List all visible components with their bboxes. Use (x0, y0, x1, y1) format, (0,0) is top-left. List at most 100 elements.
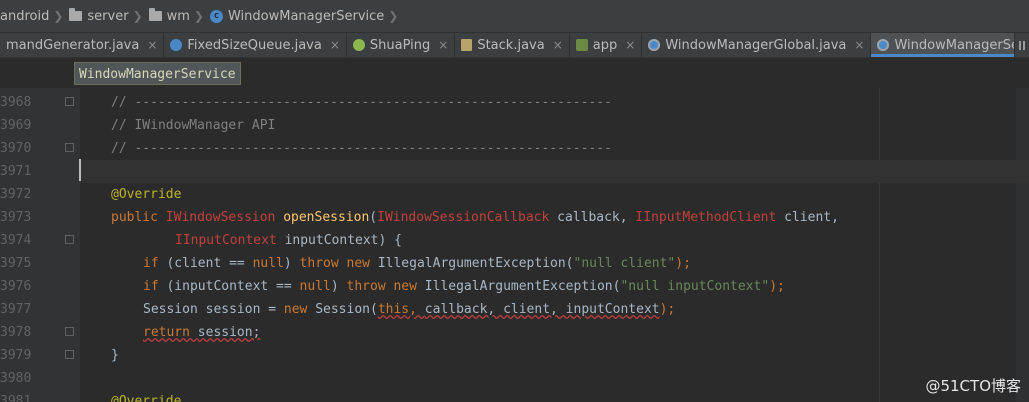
line-number: 3978 (0, 325, 32, 340)
line-number: 3974 (0, 233, 32, 248)
code-line[interactable]: 3972 @Override (0, 183, 1029, 206)
code-text: if (inputContext == null) throw new Ille… (143, 275, 785, 298)
editor-tab-bar: mandGenerator.java × FixedSizeQueue.java × S… (0, 33, 1029, 58)
fold-marker-icon[interactable] (65, 350, 74, 359)
tab-fixedsizequeue-java[interactable]: FixedSizeQueue.java × (164, 33, 347, 57)
code-line[interactable]: 3969 // IWindowManager API (0, 114, 1029, 137)
code-token: @Override (111, 187, 182, 202)
code-line[interactable]: 3968 // ---------------------------------… (0, 91, 1029, 114)
close-icon[interactable]: × (553, 38, 563, 52)
line-number: 3971 (0, 164, 32, 179)
close-icon[interactable]: × (854, 38, 864, 52)
code-token: openSession (283, 210, 370, 225)
breadcrumb: android ❯ server ❯ wm ❯ c WindowManagerService ❯ (0, 0, 1029, 33)
fold-marker-icon[interactable] (65, 97, 74, 106)
tab-shuaping[interactable]: ShuaPing × (347, 33, 456, 57)
code-token: return (143, 325, 198, 340)
breadcrumb-item-windowmanagerservice[interactable]: c WindowManagerService ❯ (209, 0, 404, 32)
tab-app[interactable]: app × (570, 33, 643, 57)
chevron-right-icon: ❯ (53, 9, 64, 23)
tab-label: app (592, 37, 618, 53)
code-token: // -------------------------------------… (111, 141, 612, 156)
code-line[interactable]: 3975 if (client == null) throw new Illega… (0, 252, 1029, 275)
code-line[interactable]: 3979} (0, 344, 1029, 367)
line-number: 3976 (0, 279, 32, 294)
code-token: Session( (315, 302, 378, 317)
fold-marker-icon[interactable] (65, 235, 74, 244)
line-number: 3972 (0, 187, 32, 202)
code-token: ( (369, 210, 378, 225)
code-text: // -------------------------------------… (111, 137, 612, 160)
breadcrumb-label: WindowManagerService (227, 8, 385, 24)
breadcrumb-item-server[interactable]: server ❯ (69, 0, 148, 32)
code-text: IInputContext inputContext) { (175, 229, 402, 252)
code-token: ) (283, 256, 300, 271)
tab-label: ShuaPing (369, 37, 431, 53)
code-token: callback, (557, 210, 636, 225)
code-token: new (283, 302, 316, 317)
tab-mandgenerator-java[interactable]: mandGenerator.java × (0, 33, 165, 57)
code-token: IInputMethodClient (635, 210, 785, 225)
code-line[interactable]: 3970 // ---------------------------------… (0, 137, 1029, 160)
code-line[interactable]: 3978 return session; (0, 321, 1029, 344)
tab-label: WindowManagerService.java (894, 37, 1029, 53)
code-token: // -------------------------------------… (111, 95, 612, 110)
code-token: if (143, 279, 167, 294)
code-text: Session session = new Session(this, call… (143, 298, 675, 321)
code-token: client, (784, 210, 839, 225)
code-text: @Override (111, 390, 181, 402)
code-text: // -------------------------------------… (111, 91, 612, 114)
code-editor[interactable]: WindowManagerService 3968 // ------------… (0, 58, 1029, 402)
code-token: "null inputContext" (620, 279, 770, 294)
code-token: ) (330, 279, 347, 294)
chevron-right-icon: ❯ (388, 9, 399, 23)
tab-label: FixedSizeQueue.java (187, 37, 322, 53)
code-token: throw new (346, 279, 425, 294)
code-token: @Override (111, 394, 182, 402)
breadcrumb-label: android (0, 8, 50, 24)
code-line[interactable]: 3976 if (inputContext == null) throw new … (0, 275, 1029, 298)
code-line[interactable]: 3974 IInputContext inputContext) { (0, 229, 1029, 252)
line-number: 3977 (0, 302, 32, 317)
code-token: if (143, 256, 167, 271)
close-icon[interactable]: × (147, 38, 157, 52)
code-token: } (111, 348, 119, 363)
code-token: throw new (299, 256, 378, 271)
android-icon (352, 39, 365, 51)
code-token: // IWindowManager API (111, 118, 276, 133)
code-token: null (252, 256, 284, 271)
close-icon[interactable]: × (438, 38, 448, 52)
line-number: 3973 (0, 210, 32, 225)
breadcrumb-item-wm[interactable]: wm ❯ (148, 0, 210, 32)
code-line[interactable]: 3977 Session session = new Session(this, … (0, 298, 1029, 321)
tab-stack-java[interactable]: Stack.java × (455, 33, 570, 57)
tab-windowmanagerservice-java[interactable]: WindowManagerService.java× (871, 33, 1029, 57)
code-token: IllegalArgumentException( (424, 279, 621, 294)
close-icon[interactable]: × (330, 38, 340, 52)
code-token: this, (377, 302, 425, 317)
line-number: 3970 (0, 141, 32, 156)
code-token: inputContext) { (284, 233, 402, 248)
code-token: "null client" (573, 256, 676, 271)
code-line[interactable]: 3981 @Override (0, 390, 1029, 402)
code-line[interactable]: 3971 (0, 160, 1029, 183)
code-text: return session; (143, 321, 260, 344)
tab-windowmanagerglobal-java[interactable]: WindowManagerGlobal.java × (642, 33, 872, 57)
code-token: IWindowSession (165, 210, 284, 225)
code-line[interactable]: 3973 public IWindowSession openSession(IW… (0, 206, 1029, 229)
breadcrumb-label: server (87, 8, 129, 24)
code-line[interactable]: 3980 (0, 367, 1029, 390)
code-token: callback, client, inputContext (424, 302, 660, 317)
chevron-right-icon: ❯ (193, 9, 204, 23)
code-token: ); (659, 302, 676, 317)
code-text: } (111, 344, 119, 367)
fold-marker-icon[interactable] (65, 327, 74, 336)
line-number: 3968 (0, 95, 32, 110)
chevron-right-icon: ❯ (132, 9, 143, 23)
breadcrumb-item-android[interactable]: android ❯ (0, 0, 69, 32)
module-icon (575, 39, 588, 51)
fold-marker-icon[interactable] (65, 143, 74, 152)
tabs-overflow-icon[interactable] (1014, 33, 1029, 57)
code-token: null (299, 279, 331, 294)
close-icon[interactable]: × (625, 38, 635, 52)
